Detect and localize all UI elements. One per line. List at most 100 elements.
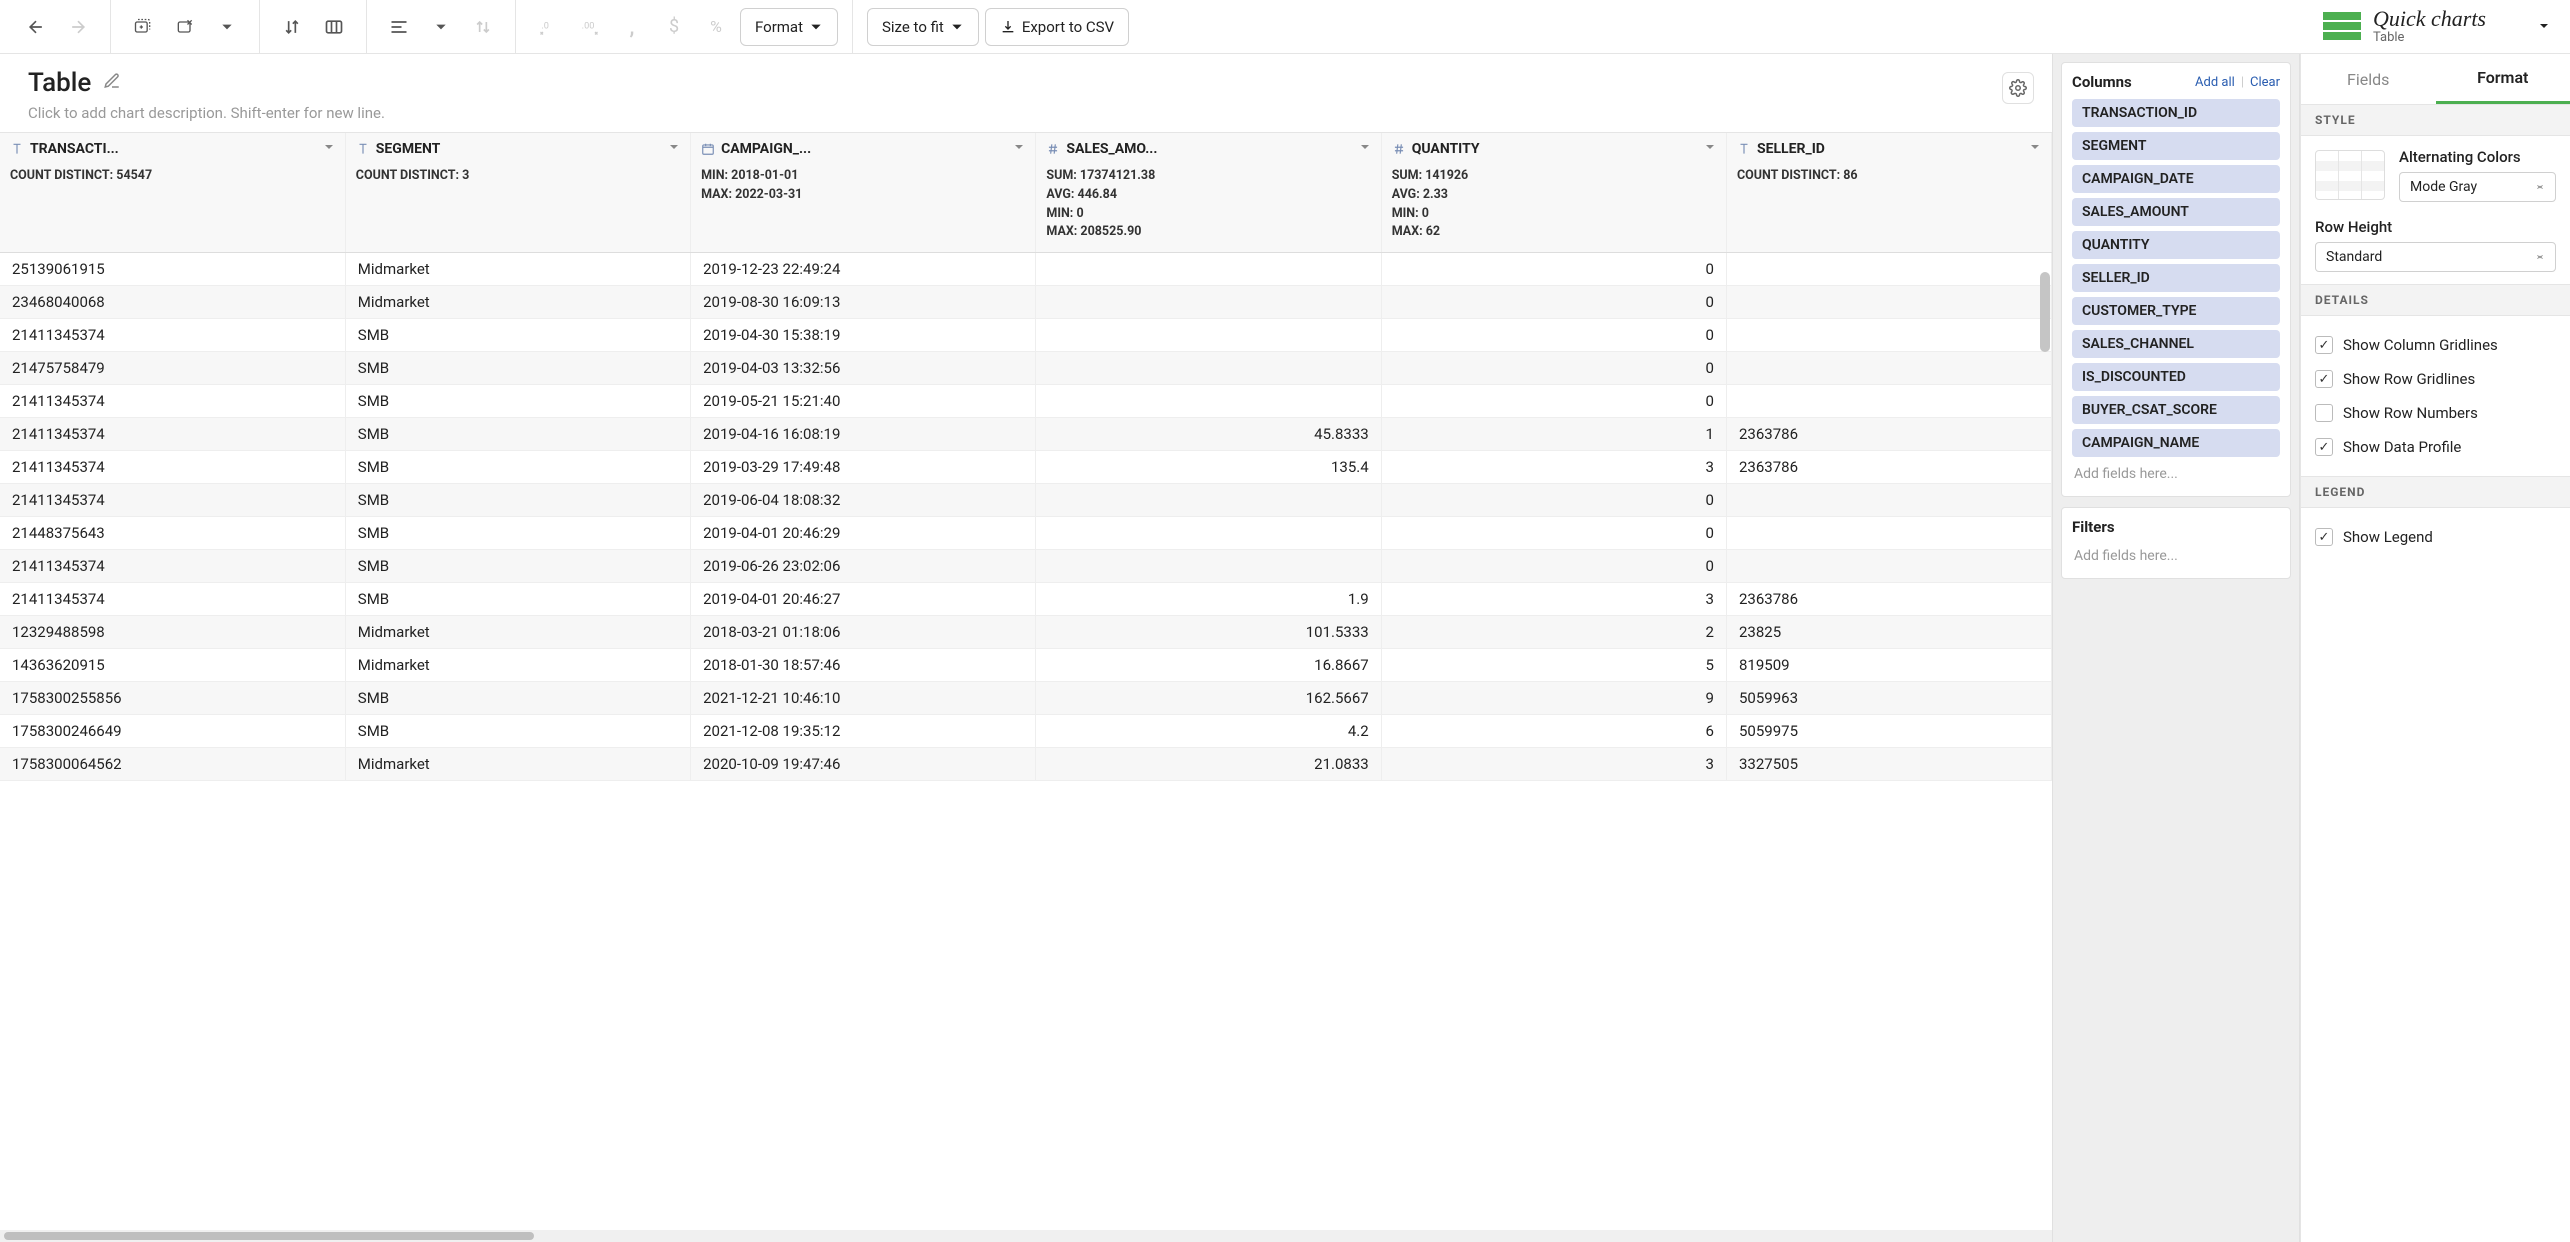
table-cell[interactable]: 0: [1381, 484, 1726, 517]
column-pill[interactable]: IS_DISCOUNTED: [2072, 363, 2280, 391]
table-row[interactable]: 23468040068Midmarket2019-08-30 16:09:130: [0, 286, 2052, 319]
table-cell[interactable]: 2019-08-30 16:09:13: [691, 286, 1036, 319]
table-cell[interactable]: 25139061915: [0, 253, 345, 286]
table-cell[interactable]: 21411345374: [0, 418, 345, 451]
column-menu-icon[interactable]: [1359, 141, 1371, 157]
column-pill[interactable]: TRANSACTION_ID: [2072, 99, 2280, 127]
table-cell[interactable]: 21411345374: [0, 319, 345, 352]
vertical-scrollbar[interactable]: [2040, 272, 2050, 352]
table-cell[interactable]: 45.8333: [1036, 418, 1381, 451]
table-row[interactable]: 21411345374SMB2019-04-16 16:08:1945.8333…: [0, 418, 2052, 451]
column-pill[interactable]: QUANTITY: [2072, 231, 2280, 259]
table-row[interactable]: 21475758479SMB2019-04-03 13:32:560: [0, 352, 2052, 385]
table-cell[interactable]: 3: [1381, 748, 1726, 781]
checkbox[interactable]: [2315, 336, 2333, 354]
table-cell[interactable]: Midmarket: [345, 748, 690, 781]
table-cell[interactable]: 21411345374: [0, 583, 345, 616]
table-cell[interactable]: 12329488598: [0, 616, 345, 649]
table-cell[interactable]: 2363786: [1726, 451, 2051, 484]
table-cell[interactable]: 162.5667: [1036, 682, 1381, 715]
show-legend-checkbox[interactable]: [2315, 528, 2333, 546]
table-cell[interactable]: 2020-10-09 19:47:46: [691, 748, 1036, 781]
back-button[interactable]: [18, 9, 54, 45]
table-cell[interactable]: 2019-05-21 15:21:40: [691, 385, 1036, 418]
table-cell[interactable]: 21411345374: [0, 550, 345, 583]
column-pill[interactable]: SEGMENT: [2072, 132, 2280, 160]
table-row[interactable]: 12329488598Midmarket2018-03-21 01:18:061…: [0, 616, 2052, 649]
table-cell[interactable]: 21411345374: [0, 451, 345, 484]
column-header[interactable]: QUANTITYSUM: 141926AVG: 2.33MIN: 0MAX: 6…: [1381, 133, 1726, 253]
table-cell[interactable]: 9: [1381, 682, 1726, 715]
table-cell[interactable]: 2019-04-03 13:32:56: [691, 352, 1036, 385]
table-cell[interactable]: 21475758479: [0, 352, 345, 385]
table-cell[interactable]: [1036, 352, 1381, 385]
table-cell[interactable]: [1036, 517, 1381, 550]
size-to-fit-button[interactable]: Size to fit: [867, 8, 979, 46]
table-cell[interactable]: 2019-06-26 23:02:06: [691, 550, 1036, 583]
alternating-colors-swatch[interactable]: [2315, 150, 2385, 200]
table-row[interactable]: 21411345374SMB2019-06-26 23:02:060: [0, 550, 2052, 583]
table-cell[interactable]: 2363786: [1726, 418, 2051, 451]
checkbox[interactable]: [2315, 404, 2333, 422]
table-cell[interactable]: 5: [1381, 649, 1726, 682]
column-menu-icon[interactable]: [668, 141, 680, 157]
column-pill[interactable]: CAMPAIGN_DATE: [2072, 165, 2280, 193]
table-cell[interactable]: 2021-12-08 19:35:12: [691, 715, 1036, 748]
table-row[interactable]: 1758300064562Midmarket2020-10-09 19:47:4…: [0, 748, 2052, 781]
table-cell[interactable]: [1036, 385, 1381, 418]
table-cell[interactable]: 2018-03-21 01:18:06: [691, 616, 1036, 649]
column-menu-icon[interactable]: [2029, 141, 2041, 157]
table-cell[interactable]: 3: [1381, 583, 1726, 616]
table-row[interactable]: 21411345374SMB2019-05-21 15:21:400: [0, 385, 2052, 418]
table-cell[interactable]: 21411345374: [0, 484, 345, 517]
table-cell[interactable]: [1036, 253, 1381, 286]
table-row[interactable]: 25139061915Midmarket2019-12-23 22:49:240: [0, 253, 2052, 286]
table-cell[interactable]: [1726, 385, 2051, 418]
table-cell[interactable]: 1758300255856: [0, 682, 345, 715]
table-cell[interactable]: [1726, 484, 2051, 517]
tab-fields[interactable]: Fields: [2301, 54, 2436, 104]
column-menu-icon[interactable]: [1704, 141, 1716, 157]
increase-decimal-button[interactable]: .00: [572, 9, 608, 45]
currency-format-button[interactable]: $: [656, 9, 692, 45]
add-all-link[interactable]: Add all: [2195, 75, 2235, 90]
table-cell[interactable]: 0: [1381, 517, 1726, 550]
table-cell[interactable]: SMB: [345, 418, 690, 451]
table-cell[interactable]: [1726, 253, 2051, 286]
table-cell[interactable]: 101.5333: [1036, 616, 1381, 649]
remove-panel-button[interactable]: [167, 9, 203, 45]
tab-format[interactable]: Format: [2436, 54, 2570, 104]
table-row[interactable]: 1758300246649SMB2021-12-08 19:35:124.265…: [0, 715, 2052, 748]
checkbox[interactable]: [2315, 438, 2333, 456]
table-cell[interactable]: 16.8667: [1036, 649, 1381, 682]
table-cell[interactable]: [1726, 319, 2051, 352]
table-row[interactable]: 21411345374SMB2019-04-30 15:38:190: [0, 319, 2052, 352]
table-cell[interactable]: 2363786: [1726, 583, 2051, 616]
table-cell[interactable]: SMB: [345, 352, 690, 385]
align-button[interactable]: [381, 9, 417, 45]
quick-charts-selector[interactable]: Quick charts Table: [2323, 7, 2562, 45]
table-cell[interactable]: 2019-03-29 17:49:48: [691, 451, 1036, 484]
clear-link[interactable]: Clear: [2250, 75, 2280, 90]
column-pill[interactable]: BUYER_CSAT_SCORE: [2072, 396, 2280, 424]
column-pill[interactable]: SALES_AMOUNT: [2072, 198, 2280, 226]
add-columns-placeholder[interactable]: Add fields here...: [2072, 462, 2280, 486]
table-cell[interactable]: 2019-12-23 22:49:24: [691, 253, 1036, 286]
table-cell[interactable]: 2: [1381, 616, 1726, 649]
table-cell[interactable]: [1726, 550, 2051, 583]
column-menu-icon[interactable]: [323, 141, 335, 157]
table-cell[interactable]: Midmarket: [345, 286, 690, 319]
column-header[interactable]: SELLER_IDCOUNT DISTINCT: 86: [1726, 133, 2051, 253]
table-cell[interactable]: 1758300064562: [0, 748, 345, 781]
export-csv-button[interactable]: Export to CSV: [985, 8, 1129, 46]
panel-dropdown[interactable]: [209, 9, 245, 45]
column-header[interactable]: SALES_AMO...SUM: 17374121.38AVG: 446.84M…: [1036, 133, 1381, 253]
table-cell[interactable]: 14363620915: [0, 649, 345, 682]
alternating-colors-select[interactable]: Mode Gray: [2399, 172, 2556, 202]
table-cell[interactable]: [1036, 550, 1381, 583]
add-filters-placeholder[interactable]: Add fields here...: [2072, 544, 2280, 568]
column-header[interactable]: TRANSACTI...COUNT DISTINCT: 54547: [0, 133, 345, 253]
table-cell[interactable]: SMB: [345, 517, 690, 550]
table-cell[interactable]: 21.0833: [1036, 748, 1381, 781]
table-cell[interactable]: 5059975: [1726, 715, 2051, 748]
